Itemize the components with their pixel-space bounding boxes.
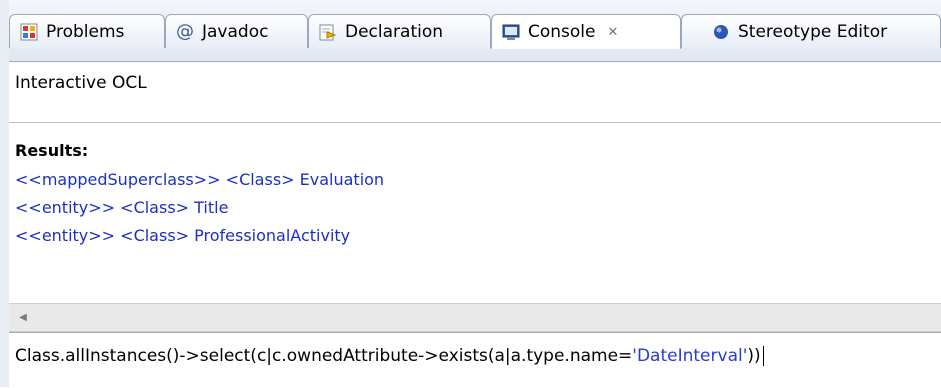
ocl-input-suffix: )): [747, 346, 761, 366]
horizontal-scrollbar[interactable]: ◀: [9, 303, 941, 332]
tab-console[interactable]: Console ✕: [491, 14, 681, 49]
ocl-input-prefix: Class.allInstances()->select(c|c.ownedAt…: [15, 346, 633, 366]
result-line: <<entity>> <Class> Title: [15, 198, 229, 217]
tab-declaration[interactable]: Declaration: [308, 14, 491, 48]
problems-icon: [20, 23, 38, 41]
tab-declaration-label: Declaration: [345, 21, 444, 42]
console-icon: [502, 23, 520, 41]
ocl-string-literal: 'DateInterval': [632, 346, 748, 366]
close-icon[interactable]: ✕: [608, 25, 619, 40]
at-sign-icon: @: [176, 21, 194, 42]
console-view: Problems @ Javadoc Declaration Console ✕…: [9, 0, 941, 388]
ocl-input-field[interactable]: Class.allInstances()->select(c|c.ownedAt…: [9, 332, 941, 388]
tab-javadoc[interactable]: @ Javadoc: [165, 14, 308, 48]
results-heading: Results:: [15, 141, 89, 160]
tab-javadoc-label: Javadoc: [202, 21, 269, 42]
result-line: <<entity>> <Class> ProfessionalActivity: [15, 226, 351, 245]
scroll-left-arrow-icon[interactable]: ◀: [15, 309, 31, 325]
ocl-input-text[interactable]: Class.allInstances()->select(c|c.ownedAt…: [15, 346, 764, 366]
tab-problems[interactable]: Problems: [9, 14, 165, 48]
stereotype-icon: [712, 23, 730, 41]
text-caret: [762, 346, 764, 366]
console-title-area: Interactive OCL: [9, 62, 941, 123]
results-area: Results: <<mappedSuperclass>> <Class> Ev…: [9, 123, 941, 303]
tab-problems-label: Problems: [46, 21, 125, 42]
tab-console-label: Console: [528, 22, 596, 42]
tab-stereotype-editor-label: Stereotype Editor: [738, 21, 888, 42]
result-line: <<mappedSuperclass>> <Class> Evaluation: [15, 170, 385, 189]
declaration-icon: [319, 23, 337, 41]
view-tab-bar: Problems @ Javadoc Declaration Console ✕…: [9, 0, 941, 62]
tab-stereotype-editor[interactable]: Stereotype Editor: [681, 14, 941, 48]
console-title: Interactive OCL: [15, 73, 147, 93]
